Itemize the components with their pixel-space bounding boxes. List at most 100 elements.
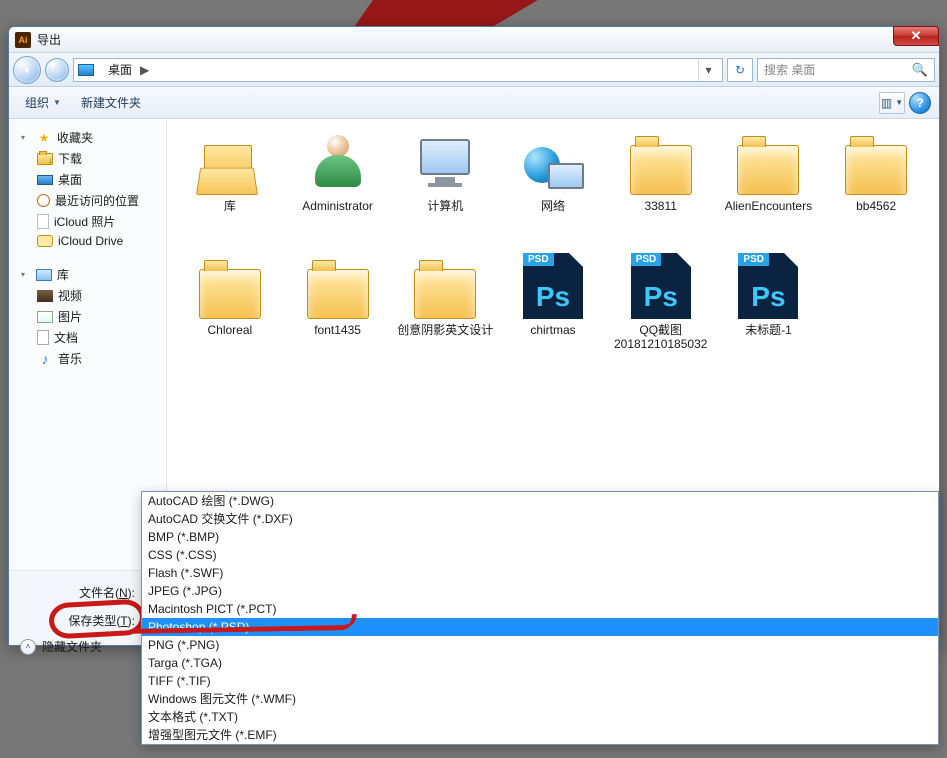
sidebar-item-label: 最近访问的位置 bbox=[55, 192, 139, 209]
dropdown-option[interactable]: TIFF (*.TIF) bbox=[142, 672, 938, 690]
folder-icon bbox=[733, 131, 803, 195]
arrow-left-icon bbox=[20, 63, 34, 77]
breadcrumb-dropdown[interactable]: ▾ bbox=[698, 59, 718, 81]
sidebar-libraries[interactable]: ▾ 库 bbox=[13, 264, 166, 285]
caret-icon: ▾ bbox=[21, 133, 31, 142]
view-mode-button[interactable]: ▥ ▼ bbox=[879, 92, 905, 114]
window-title: 导出 bbox=[37, 31, 61, 48]
grid-item[interactable]: 库 bbox=[177, 131, 283, 249]
organize-menu[interactable]: 组织 ▼ bbox=[17, 90, 69, 115]
dropdown-option[interactable]: 文本格式 (*.TXT) bbox=[142, 708, 938, 726]
arrow-right-icon bbox=[50, 63, 64, 77]
chevron-up-icon: ˄ bbox=[20, 639, 36, 655]
grid-item-label: Chloreal bbox=[208, 323, 253, 337]
cloud-icon bbox=[37, 235, 53, 247]
close-button[interactable]: ✕ bbox=[893, 26, 939, 46]
dropdown-option[interactable]: Flash (*.SWF) bbox=[142, 564, 938, 582]
chevron-down-icon: ▼ bbox=[895, 98, 903, 107]
close-icon: ✕ bbox=[911, 28, 922, 44]
star-icon: ★ bbox=[36, 131, 52, 145]
sidebar-item[interactable]: iCloud 照片 bbox=[13, 211, 166, 232]
sidebar-label: 库 bbox=[57, 266, 69, 283]
grid-item[interactable]: bb4562 bbox=[823, 131, 929, 249]
folder-icon bbox=[410, 255, 480, 319]
sidebar-item[interactable]: iCloud Drive bbox=[13, 232, 166, 250]
grid-item-label: chirtmas bbox=[530, 323, 575, 337]
dropdown-option[interactable]: JPEG (*.JPG) bbox=[142, 582, 938, 600]
grid-item[interactable]: Chloreal bbox=[177, 255, 283, 373]
sidebar-group-favorites: ▾ ★ 收藏夹 下载桌面最近访问的位置 iCloud 照片 iCloud Drive bbox=[13, 127, 166, 250]
grid-item[interactable]: Administrator bbox=[285, 131, 391, 249]
sidebar-item[interactable]: 文档 bbox=[13, 327, 166, 348]
dropdown-option[interactable]: Targa (*.TGA) bbox=[142, 654, 938, 672]
grid-item[interactable]: 33811 bbox=[608, 131, 714, 249]
grid-item[interactable]: 网络 bbox=[500, 131, 606, 249]
dropdown-option[interactable]: Macintosh PICT (*.PCT) bbox=[142, 600, 938, 618]
sidebar-item[interactable]: 桌面 bbox=[13, 169, 166, 190]
grid-item[interactable]: 计算机 bbox=[392, 131, 498, 249]
dropdown-option[interactable]: BMP (*.BMP) bbox=[142, 528, 938, 546]
dropdown-option[interactable]: Windows 图元文件 (*.WMF) bbox=[142, 690, 938, 708]
savetype-dropdown[interactable]: AutoCAD 绘图 (*.DWG)AutoCAD 交换文件 (*.DXF)BM… bbox=[141, 491, 939, 745]
breadcrumb[interactable]: 桌面 ▶ ▾ bbox=[73, 58, 723, 82]
forward-button[interactable] bbox=[45, 58, 69, 82]
back-button[interactable] bbox=[13, 56, 41, 84]
dl-icon bbox=[37, 153, 53, 165]
caret-icon: ▾ bbox=[21, 270, 31, 279]
dropdown-option[interactable]: AutoCAD 绘图 (*.DWG) bbox=[142, 492, 938, 510]
mus-icon: ♪ bbox=[37, 352, 53, 366]
dropdown-option[interactable]: PNG (*.PNG) bbox=[142, 636, 938, 654]
grid-item[interactable]: PSDPs chirtmas bbox=[500, 255, 606, 373]
dropdown-option[interactable]: AutoCAD 交换文件 (*.DXF) bbox=[142, 510, 938, 528]
new-folder-label: 新建文件夹 bbox=[81, 94, 141, 111]
refresh-button[interactable]: ↻ bbox=[727, 58, 753, 82]
desk-icon bbox=[37, 175, 53, 185]
grid-item[interactable]: PSDPs未标题-1 bbox=[716, 255, 822, 373]
hide-folders-toggle[interactable]: ˄ 隐藏文件夹 bbox=[20, 638, 102, 655]
grid-item-label: font1435 bbox=[314, 323, 361, 337]
help-button[interactable]: ? bbox=[909, 92, 931, 114]
grid-item[interactable]: 创意阴影英文设计 bbox=[392, 255, 498, 373]
breadcrumb-segment[interactable]: 桌面 bbox=[100, 61, 140, 78]
grid-item-label: AlienEncounters bbox=[725, 199, 812, 213]
hide-folders-label: 隐藏文件夹 bbox=[42, 638, 102, 655]
sidebar-item[interactable]: 下载 bbox=[13, 148, 166, 169]
sidebar-item[interactable]: 视频 bbox=[13, 285, 166, 306]
new-folder-button[interactable]: 新建文件夹 bbox=[73, 90, 149, 115]
grid-item[interactable]: AlienEncounters bbox=[716, 131, 822, 249]
library-icon bbox=[36, 269, 52, 281]
chevron-down-icon: ▼ bbox=[53, 98, 61, 107]
grid-item[interactable]: PSDPsQQ截图20181210185032 bbox=[608, 255, 714, 373]
sidebar-item-label: 下载 bbox=[58, 150, 82, 167]
refresh-icon: ↻ bbox=[735, 63, 745, 77]
grid-item-label: 库 bbox=[224, 199, 236, 213]
grid-item[interactable]: font1435 bbox=[285, 255, 391, 373]
view-grid-icon: ▥ bbox=[881, 96, 892, 110]
search-input[interactable]: 搜索 桌面 🔍 bbox=[757, 58, 935, 82]
folder-icon bbox=[841, 131, 911, 195]
app-icon: Ai bbox=[15, 32, 31, 48]
img-icon bbox=[37, 311, 53, 323]
sidebar-label: 收藏夹 bbox=[57, 129, 93, 146]
clock-icon bbox=[37, 194, 50, 207]
search-placeholder: 搜索 桌面 bbox=[764, 61, 815, 78]
dropdown-option[interactable]: 增强型图元文件 (*.EMF) bbox=[142, 726, 938, 744]
filename-label: 文件名(N): bbox=[17, 584, 135, 601]
sidebar-favorites[interactable]: ▾ ★ 收藏夹 bbox=[13, 127, 166, 148]
sidebar-item-label: 桌面 bbox=[58, 171, 82, 188]
sidebar-item[interactable]: ♪ 音乐 bbox=[13, 348, 166, 369]
folder-icon bbox=[195, 255, 265, 319]
psd-icon: PSDPs bbox=[733, 255, 803, 319]
sidebar-group-libraries: ▾ 库 视频图片文档 ♪ 音乐 bbox=[13, 264, 166, 369]
sidebar-item[interactable]: 最近访问的位置 bbox=[13, 190, 166, 211]
grid-item-label: 计算机 bbox=[427, 199, 463, 213]
sidebar-item-label: 音乐 bbox=[58, 350, 82, 367]
sidebar-item-label: iCloud 照片 bbox=[54, 213, 115, 230]
chevron-right-icon: ▶ bbox=[140, 63, 149, 77]
help-icon: ? bbox=[916, 96, 923, 110]
folder-icon bbox=[303, 255, 373, 319]
dropdown-option[interactable]: CSS (*.CSS) bbox=[142, 546, 938, 564]
dropdown-option[interactable]: Photoshop (*.PSD) bbox=[142, 618, 938, 636]
psd-icon: PSDPs bbox=[518, 255, 588, 319]
sidebar-item[interactable]: 图片 bbox=[13, 306, 166, 327]
